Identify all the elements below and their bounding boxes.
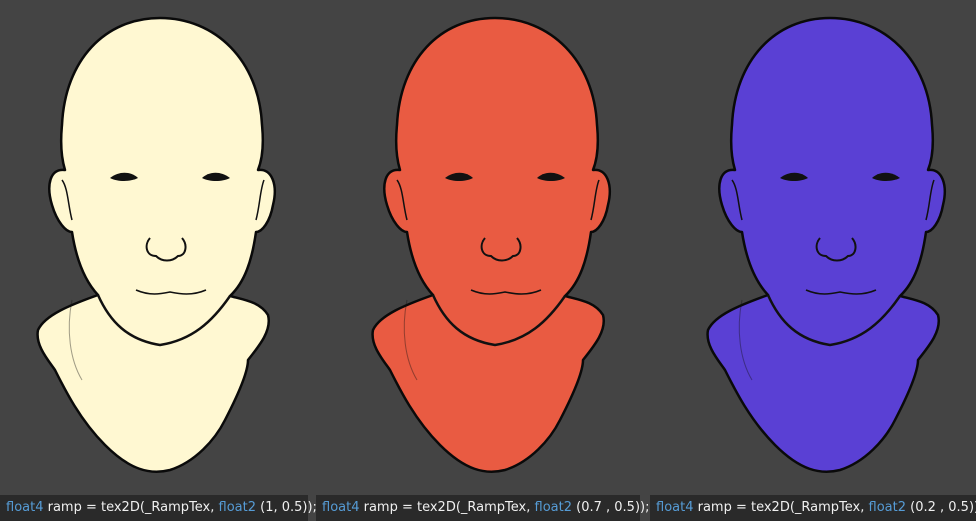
head-silhouette [371, 16, 611, 473]
code-type-keyword: float4 [6, 500, 44, 515]
code-type-keyword: float4 [656, 500, 694, 515]
head-render-ramp-1 [36, 16, 276, 473]
render-canvas: float4 ramp = tex2D(_RampTex, float2 (1,… [0, 0, 976, 521]
code-args: (1, 0.5)); [256, 500, 317, 515]
code-args: (0.7 , 0.5)); [572, 500, 650, 515]
code-arg-keyword: float2 [868, 500, 906, 515]
code-caption-1: float4 ramp = tex2D(_RampTex, float2 (1,… [0, 495, 317, 521]
head-render-ramp-2 [371, 16, 611, 473]
code-arg-keyword: float2 [218, 500, 256, 515]
code-type-keyword: float4 [322, 500, 360, 515]
code-expression: ramp = tex2D(_RampTex, [693, 500, 869, 515]
head-render-ramp-3 [706, 16, 946, 473]
code-args: (0.2 , 0.5)); [906, 500, 976, 515]
code-arg-keyword: float2 [534, 500, 572, 515]
head-silhouette [36, 16, 276, 473]
code-expression: ramp = tex2D(_RampTex, [359, 500, 535, 515]
code-caption-3: float4 ramp = tex2D(_RampTex, float2 (0.… [650, 495, 976, 521]
head-silhouette [706, 16, 946, 473]
code-caption-2: float4 ramp = tex2D(_RampTex, float2 (0.… [316, 495, 649, 521]
code-expression: ramp = tex2D(_RampTex, [43, 500, 219, 515]
